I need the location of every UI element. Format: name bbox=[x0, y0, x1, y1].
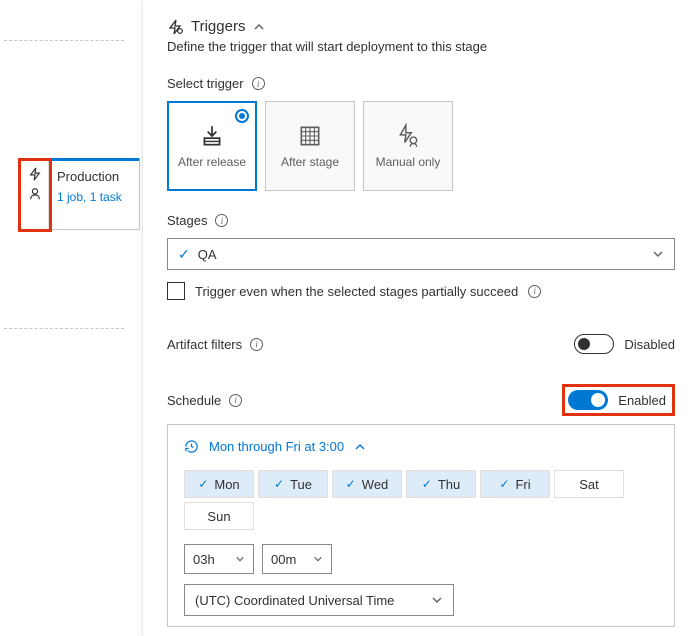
schedule-toggle[interactable] bbox=[568, 390, 608, 410]
info-icon[interactable]: i bbox=[215, 214, 228, 227]
day-label: Thu bbox=[438, 477, 460, 492]
partial-succeed-checkbox[interactable] bbox=[167, 282, 185, 300]
stages-value: QA bbox=[198, 247, 217, 262]
check-icon: ✓ bbox=[499, 477, 509, 491]
select-trigger-section: Select trigger i After release After sta… bbox=[167, 76, 675, 191]
manual-only-icon bbox=[395, 123, 421, 149]
day-label: Tue bbox=[290, 477, 312, 492]
check-icon: ✓ bbox=[346, 477, 356, 491]
trigger-option-manual-only[interactable]: Manual only bbox=[363, 101, 453, 191]
stage-body[interactable]: Production 1 job, 1 task bbox=[49, 161, 139, 229]
day-label: Sun bbox=[207, 509, 230, 524]
trigger-option-after-stage[interactable]: After stage bbox=[265, 101, 355, 191]
minute-select[interactable]: 00m bbox=[262, 544, 332, 574]
hour-select[interactable]: 03h bbox=[184, 544, 254, 574]
time-row: 03h 00m bbox=[184, 544, 658, 574]
info-icon[interactable]: i bbox=[252, 77, 265, 90]
day-label: Wed bbox=[362, 477, 389, 492]
schedule-summary-text: Mon through Fri at 3:00 bbox=[209, 439, 344, 454]
panel-header[interactable]: Triggers bbox=[167, 18, 675, 35]
stages-label-text: Stages bbox=[167, 213, 207, 228]
stage-pre-conditions[interactable] bbox=[21, 161, 49, 229]
days-picker: ✓ Mon ✓ Tue ✓ Wed ✓ Thu ✓ Fri Sat Sun bbox=[184, 470, 658, 530]
day-label: Mon bbox=[214, 477, 239, 492]
chevron-down-icon bbox=[235, 554, 245, 564]
schedule-toggle-wrap: Enabled bbox=[562, 384, 675, 416]
artifact-filters-label: Artifact filters bbox=[167, 337, 242, 352]
stage-subtitle[interactable]: 1 job, 1 task bbox=[57, 190, 133, 204]
trigger-icon bbox=[28, 167, 42, 181]
person-icon bbox=[28, 187, 42, 201]
check-icon: ✓ bbox=[178, 246, 190, 263]
day-mon[interactable]: ✓ Mon bbox=[184, 470, 254, 498]
radio-selected-icon bbox=[235, 109, 249, 123]
stage-title: Production bbox=[57, 169, 133, 184]
check-icon: ✓ bbox=[198, 477, 208, 491]
day-label: Sat bbox=[579, 477, 599, 492]
artifact-filters-section: Artifact filters i Disabled bbox=[167, 334, 675, 354]
day-sat[interactable]: Sat bbox=[554, 470, 624, 498]
day-label: Fri bbox=[515, 477, 530, 492]
stage-card-production[interactable]: Production 1 job, 1 task bbox=[20, 158, 140, 230]
day-thu[interactable]: ✓ Thu bbox=[406, 470, 476, 498]
schedule-box: Mon through Fri at 3:00 ✓ Mon ✓ Tue ✓ Wed ✓… bbox=[167, 424, 675, 627]
select-trigger-label: Select trigger i bbox=[167, 76, 675, 91]
panel-title: Triggers bbox=[191, 18, 245, 35]
stages-label: Stages i bbox=[167, 213, 675, 228]
schedule-state: Enabled bbox=[618, 393, 666, 408]
info-icon[interactable]: i bbox=[229, 394, 242, 407]
timezone-value: (UTC) Coordinated Universal Time bbox=[195, 593, 394, 608]
artifact-filters-toggle[interactable] bbox=[574, 334, 614, 354]
connector-line bbox=[4, 40, 124, 41]
check-icon: ✓ bbox=[274, 477, 284, 491]
minute-value: 00m bbox=[271, 552, 296, 567]
chevron-down-icon bbox=[313, 554, 323, 564]
chevron-up-icon bbox=[354, 441, 366, 453]
select-trigger-text: Select trigger bbox=[167, 76, 244, 91]
trigger-icon bbox=[167, 19, 183, 35]
chevron-down-icon bbox=[652, 248, 664, 260]
clock-history-icon bbox=[184, 439, 199, 454]
info-icon[interactable]: i bbox=[528, 285, 541, 298]
triggers-panel: Triggers Define the trigger that will st… bbox=[142, 0, 699, 636]
stages-dropdown[interactable]: ✓ QA bbox=[167, 238, 675, 270]
chevron-up-icon bbox=[253, 21, 265, 33]
timezone-select[interactable]: (UTC) Coordinated Universal Time bbox=[184, 584, 454, 616]
connector-line bbox=[4, 328, 124, 329]
after-release-icon bbox=[199, 123, 225, 149]
trigger-option-label: After release bbox=[178, 155, 246, 169]
partial-succeed-label: Trigger even when the selected stages pa… bbox=[195, 284, 518, 299]
schedule-section-header: Schedule i Enabled bbox=[167, 384, 675, 416]
partial-succeed-row: Trigger even when the selected stages pa… bbox=[167, 282, 675, 300]
after-stage-icon bbox=[297, 123, 323, 149]
artifact-filters-state: Disabled bbox=[624, 337, 675, 352]
info-icon[interactable]: i bbox=[250, 338, 263, 351]
day-tue[interactable]: ✓ Tue bbox=[258, 470, 328, 498]
day-wed[interactable]: ✓ Wed bbox=[332, 470, 402, 498]
check-icon: ✓ bbox=[422, 477, 432, 491]
hour-value: 03h bbox=[193, 552, 215, 567]
artifact-filters-toggle-wrap: Disabled bbox=[574, 334, 675, 354]
panel-description: Define the trigger that will start deplo… bbox=[167, 39, 675, 54]
chevron-down-icon bbox=[431, 594, 443, 606]
day-fri[interactable]: ✓ Fri bbox=[480, 470, 550, 498]
trigger-option-label: After stage bbox=[281, 155, 339, 169]
stages-section: Stages i ✓ QA Trigger even when the sele… bbox=[167, 213, 675, 300]
trigger-options: After release After stage Manual only bbox=[167, 101, 675, 191]
schedule-summary[interactable]: Mon through Fri at 3:00 bbox=[184, 439, 658, 454]
day-sun[interactable]: Sun bbox=[184, 502, 254, 530]
schedule-label: Schedule bbox=[167, 393, 221, 408]
trigger-option-label: Manual only bbox=[376, 155, 441, 169]
trigger-option-after-release[interactable]: After release bbox=[167, 101, 257, 191]
